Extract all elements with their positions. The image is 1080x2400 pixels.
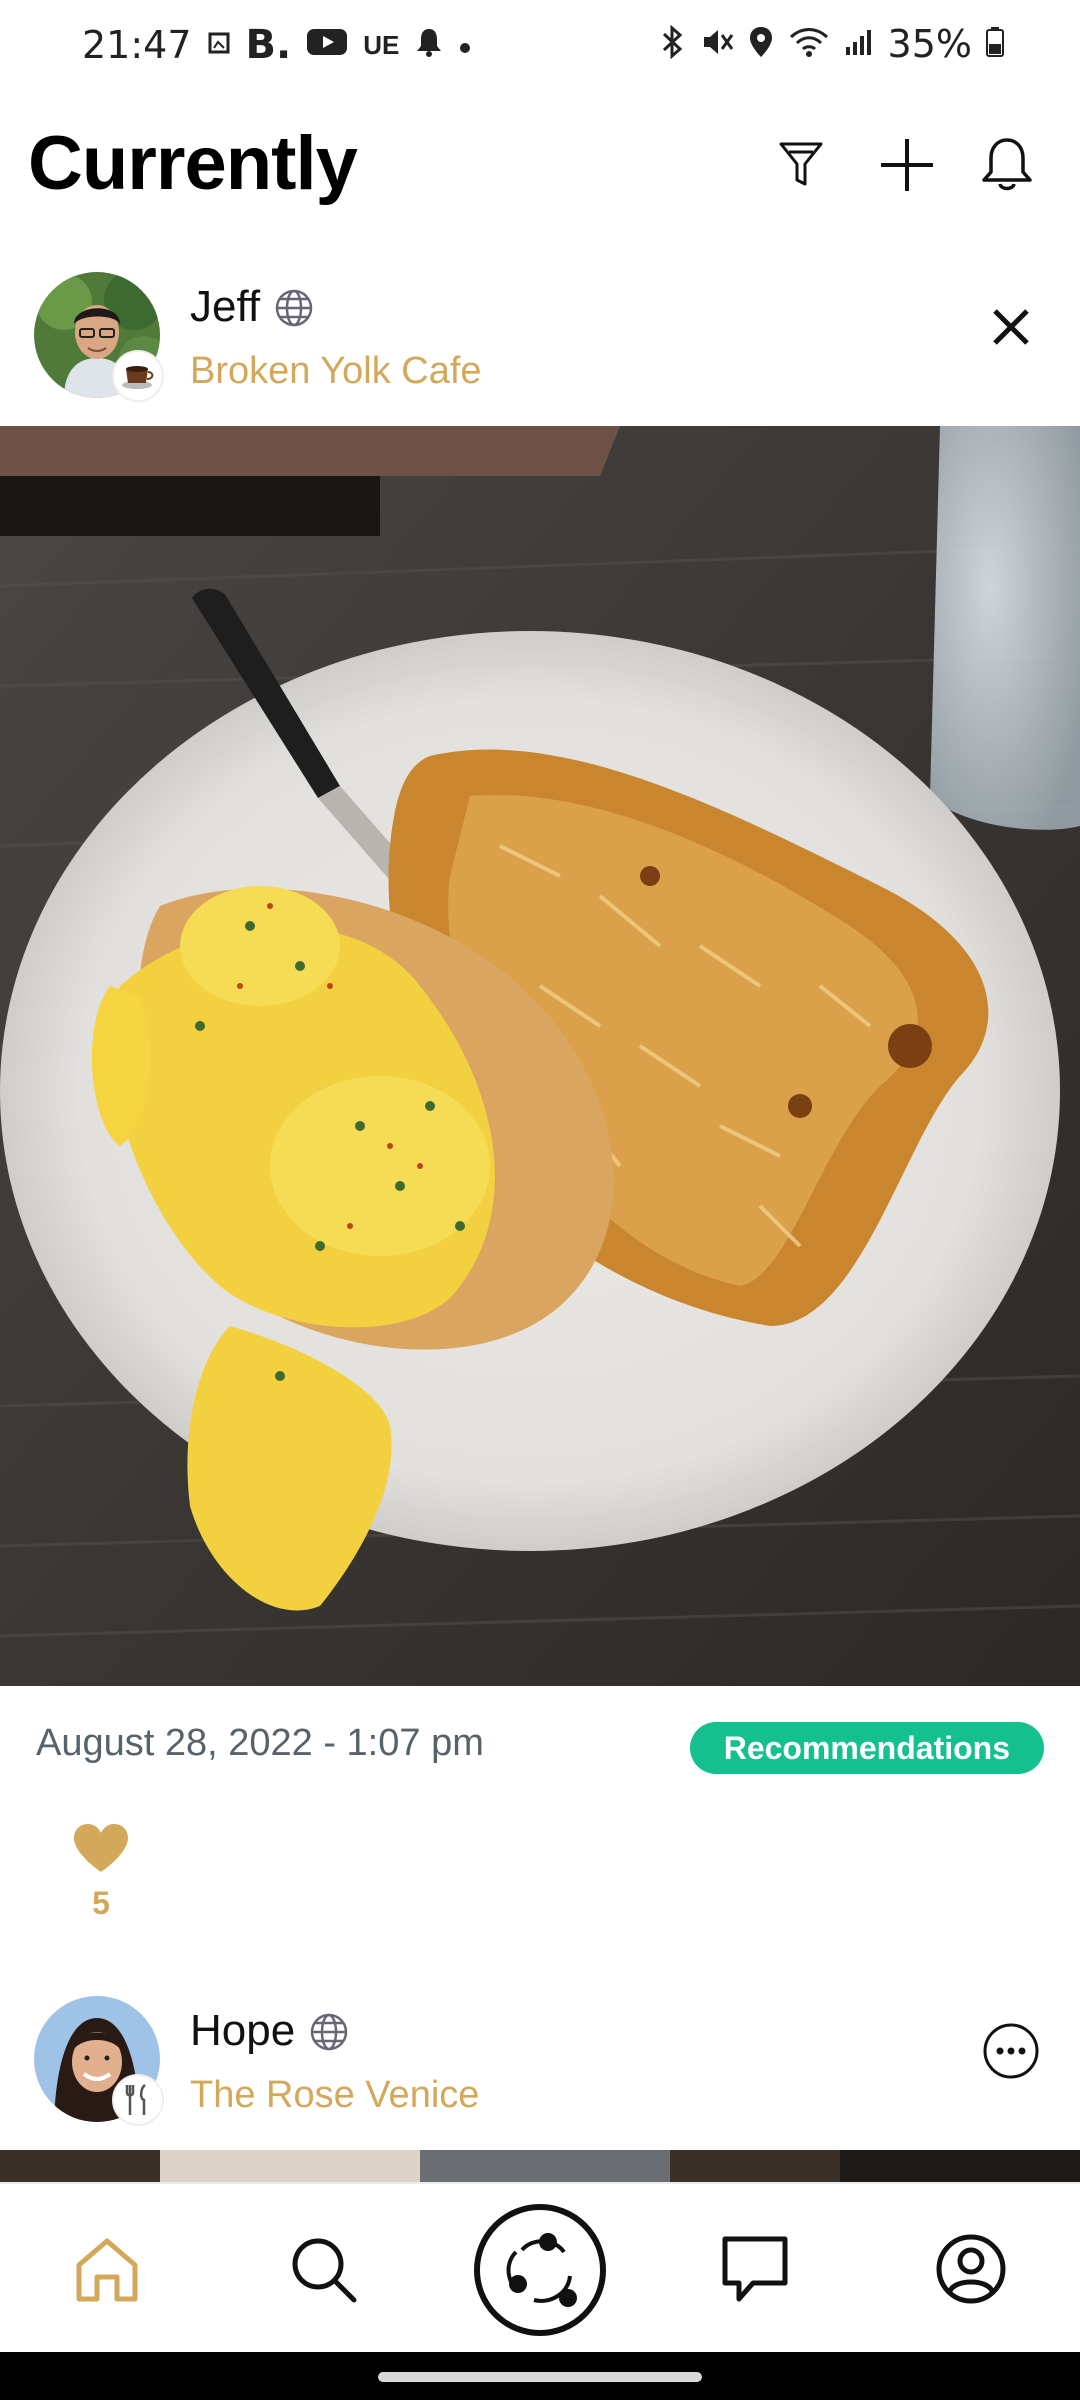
notifications-button[interactable] [972, 130, 1042, 200]
post-place-name[interactable]: The Rose Venice [190, 2074, 479, 2117]
b-app-icon: B. [245, 22, 292, 68]
fork-knife-icon [112, 2074, 164, 2126]
youtube-icon [307, 27, 348, 64]
nav-chat[interactable] [710, 2224, 800, 2314]
nav-search[interactable] [278, 2224, 368, 2314]
app-header: Currently [0, 110, 1080, 230]
post-header: Hope The Rose Venice [0, 1996, 1080, 2136]
avatar[interactable] [34, 272, 164, 402]
post-photo-preview [0, 2150, 1080, 2184]
nav-activity[interactable] [474, 2204, 606, 2336]
avatar[interactable] [34, 1996, 164, 2126]
bluetooth-icon [658, 24, 686, 64]
mute-icon [700, 25, 734, 64]
gallery-icon [208, 29, 230, 61]
dot-icon [459, 29, 471, 61]
profile-icon [936, 2234, 1006, 2304]
coffee-icon [112, 350, 164, 402]
home-gesture-pill[interactable] [378, 2372, 702, 2382]
more-options-button[interactable] [976, 2016, 1046, 2086]
post-header: Jeff Broken Yolk Cafe [0, 272, 1080, 412]
battery-icon [986, 26, 1004, 62]
battery-level: 35% [887, 22, 972, 66]
plus-icon [881, 139, 933, 191]
close-icon [993, 309, 1029, 345]
heart-icon [74, 1824, 128, 1872]
bell-icon [415, 27, 443, 64]
page-title: Currently [28, 121, 358, 206]
post-photo[interactable] [0, 426, 1080, 1686]
globe-icon [275, 289, 313, 327]
like-button[interactable]: 5 [62, 1822, 140, 1922]
close-button[interactable] [976, 292, 1046, 362]
bell-icon [982, 138, 1032, 191]
status-bar: 21:47 B. UE 35% [0, 0, 1080, 100]
nav-home[interactable] [62, 2224, 152, 2314]
status-time: 21:47 [82, 23, 192, 67]
post-date: August 28, 2022 - 1:07 pm [36, 1722, 484, 1764]
globe-icon [310, 2013, 348, 2051]
location-icon [748, 25, 774, 64]
search-icon [292, 2238, 357, 2303]
wifi-icon [788, 25, 830, 64]
post-place-name[interactable]: Broken Yolk Cafe [190, 350, 482, 393]
filter-button[interactable] [766, 130, 836, 200]
add-post-button[interactable] [872, 130, 942, 200]
filter-icon [779, 142, 823, 186]
more-icon [983, 2023, 1039, 2079]
ue-icon: UE [363, 29, 400, 60]
system-gesture-bar [0, 2352, 1080, 2400]
recommendations-tag[interactable]: Recommendations [689, 1722, 1044, 1774]
like-count: 5 [92, 1885, 110, 1921]
post-user-name[interactable]: Hope [190, 2006, 295, 2056]
activity-icon [506, 2233, 577, 2307]
chat-icon [722, 2236, 788, 2302]
post-user-name[interactable]: Jeff [190, 282, 260, 332]
signal-icon [844, 27, 874, 62]
nav-profile[interactable] [926, 2224, 1016, 2314]
bottom-nav [0, 2182, 1080, 2352]
home-icon [76, 2238, 138, 2302]
